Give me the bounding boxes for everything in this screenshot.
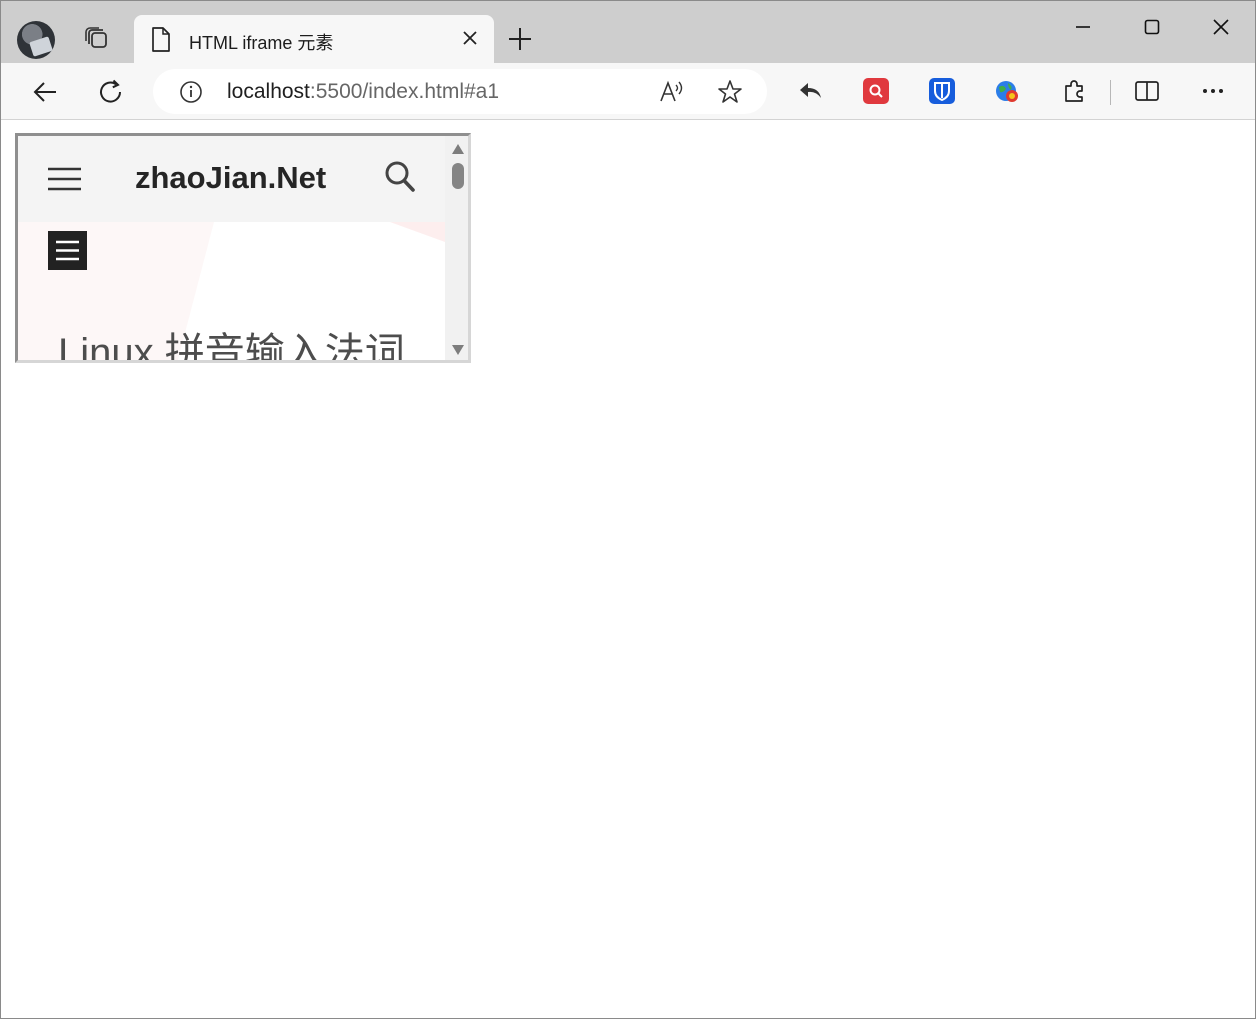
navigation-toolbar: localhost:5500/index.html#a1 [1, 63, 1255, 120]
decorative-shape [390, 222, 445, 242]
reload-button[interactable] [91, 73, 131, 111]
hamburger-menu-icon[interactable] [48, 167, 81, 191]
reply-extension-button[interactable] [797, 78, 823, 104]
puzzle-extensions-icon [1065, 80, 1083, 102]
title-bar: HTML iframe 元素 [1, 1, 1255, 63]
new-tab-icon[interactable] [506, 25, 534, 53]
red-search-extension-icon [869, 84, 883, 98]
split-screen-button[interactable] [1134, 78, 1160, 104]
scroll-down-arrow-icon[interactable] [451, 344, 465, 356]
globe-extension-icon [996, 81, 1018, 102]
active-tab[interactable]: HTML iframe 元素 [134, 15, 494, 63]
globe-extension-button[interactable] [994, 78, 1020, 104]
more-dots-icon [1203, 89, 1223, 93]
article-title: Linux 拼音输入法词 [58, 331, 405, 363]
profile-avatar[interactable] [17, 21, 55, 59]
minimize-button[interactable] [1048, 11, 1118, 43]
bitwarden-shield-icon [934, 82, 950, 101]
minimize-icon [1076, 26, 1090, 28]
close-icon [1213, 19, 1229, 35]
maximize-icon [1144, 19, 1160, 35]
search-icon[interactable] [384, 160, 416, 194]
read-aloud-icon[interactable] [658, 79, 684, 105]
iframe-scrollbar[interactable] [445, 136, 468, 360]
browser-window: HTML iframe 元素 localhost:5500/index.html… [0, 0, 1256, 1019]
site-title[interactable]: zhaoJian.Net [135, 160, 326, 196]
favorite-star-icon[interactable] [717, 79, 743, 105]
split-screen-icon [1135, 81, 1159, 101]
tab-actions-icon[interactable] [83, 25, 111, 53]
embedded-iframe[interactable]: zhaoJian.Net Linux 拼音输入法词 [15, 133, 471, 363]
scrollbar-thumb[interactable] [452, 163, 464, 189]
url-text[interactable]: localhost:5500/index.html#a1 [227, 80, 499, 104]
document-icon [152, 27, 170, 52]
settings-more-button[interactable] [1200, 78, 1226, 104]
site-header: zhaoJian.Net [18, 136, 445, 222]
back-arrow-icon [33, 82, 56, 102]
url-host: localhost [227, 80, 310, 103]
toolbar-separator [1110, 80, 1111, 105]
red-search-extension-button[interactable] [863, 78, 889, 104]
close-window-button[interactable] [1186, 11, 1256, 43]
reply-icon [800, 83, 821, 98]
toc-menu-button[interactable] [48, 231, 87, 270]
close-tab-icon[interactable] [460, 28, 480, 48]
page-viewport: zhaoJian.Net Linux 拼音输入法词 [1, 120, 1255, 1018]
scroll-up-arrow-icon[interactable] [451, 143, 465, 155]
bitwarden-extension-button[interactable] [929, 78, 955, 104]
menu-lines-icon [56, 240, 79, 261]
tab-title: HTML iframe 元素 [189, 33, 334, 53]
maximize-button[interactable] [1117, 11, 1187, 43]
url-path: :5500/index.html#a1 [309, 80, 500, 103]
reload-icon [100, 79, 122, 103]
back-button[interactable] [25, 73, 65, 111]
address-bar[interactable]: localhost:5500/index.html#a1 [153, 69, 767, 114]
info-icon[interactable] [179, 80, 203, 104]
extensions-button[interactable] [1061, 78, 1087, 104]
